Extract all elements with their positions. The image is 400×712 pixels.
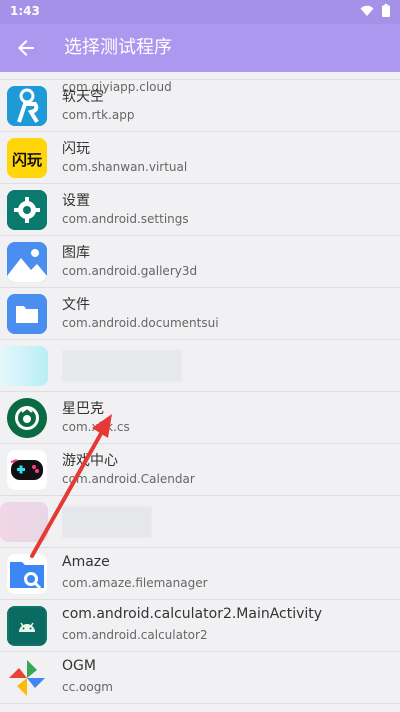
rtk-icon: [7, 86, 47, 126]
app-package: com.shanwan.virtual: [62, 160, 188, 174]
starbucks-icon: [7, 398, 47, 438]
app-package: com.rtk.app: [62, 108, 135, 122]
android-icon: [7, 606, 47, 646]
list-item[interactable]: com.android.calculator2.MainActivity com…: [0, 600, 400, 652]
app-name: 文件: [62, 297, 90, 313]
list-item[interactable]: OGM cc.oogm: [0, 652, 400, 704]
list-item[interactable]: 游戏中心 com.android.Calendar: [0, 444, 400, 496]
app-bar: 选择测试程序: [0, 24, 400, 72]
app-package: com.android.gallery3d: [62, 264, 198, 278]
list-item[interactable]: [0, 496, 400, 548]
status-icons: [360, 4, 390, 17]
list-item[interactable]: 设置 com.android.settings: [0, 184, 400, 236]
app-name: 图库: [62, 245, 90, 261]
app-name: 软天空: [62, 89, 104, 105]
app-package: cc.oogm: [62, 680, 113, 694]
list-item[interactable]: 闪玩 闪玩 com.shanwan.virtual: [0, 132, 400, 184]
blurred-text: [62, 350, 182, 382]
amaze-folder-icon: [7, 554, 47, 594]
status-bar: 1:43: [0, 0, 400, 24]
app-list[interactable]: com.qiyiapp.cloud 软天空 com.rtk.app 闪玩 闪玩 …: [0, 72, 400, 712]
blurred-icon: [0, 502, 48, 542]
app-package: com.android.calculator2: [62, 628, 208, 642]
app-package: com.android.Calendar: [62, 472, 195, 486]
wifi-icon: [360, 5, 374, 16]
app-name: 设置: [62, 193, 90, 209]
back-arrow-icon[interactable]: [14, 36, 38, 60]
list-item[interactable]: com.qiyiapp.cloud: [0, 72, 400, 94]
list-item[interactable]: [0, 340, 400, 392]
svg-text:闪玩: 闪玩: [12, 151, 42, 169]
list-item[interactable]: Amaze com.amaze.filemanager: [0, 548, 400, 600]
blurred-text: [62, 506, 152, 538]
app-package: com.android.documentsui: [62, 316, 219, 330]
app-name: Amaze: [62, 554, 110, 570]
pinwheel-icon: [7, 658, 47, 698]
app-name: com.android.calculator2.MainActivity: [62, 606, 323, 622]
gear-icon: [7, 190, 47, 230]
app-name: 星巴克: [62, 401, 104, 417]
battery-icon: [382, 4, 390, 17]
list-item[interactable]: 图库 com.android.gallery3d: [0, 236, 400, 288]
gallery-icon: [7, 242, 47, 282]
app-name: 闪玩: [62, 141, 90, 157]
app-package: com.android.settings: [62, 212, 189, 226]
status-time: 1:43: [10, 4, 40, 18]
shanwan-icon: 闪玩: [7, 138, 47, 178]
app-name: 游戏中心: [62, 453, 118, 469]
folder-icon: [7, 294, 47, 334]
gamepad-icon: [7, 450, 47, 490]
app-package: com.amaze.filemanager: [62, 576, 208, 590]
list-item[interactable]: 文件 com.android.documentsui: [0, 288, 400, 340]
blurred-icon: [0, 346, 48, 386]
page-title: 选择测试程序: [64, 37, 172, 58]
app-name: OGM: [62, 658, 96, 674]
list-item[interactable]: 星巴克 com.xbk.cs: [0, 392, 400, 444]
app-package: com.xbk.cs: [62, 420, 130, 434]
list-item[interactable]: 软天空 com.rtk.app: [0, 80, 400, 132]
